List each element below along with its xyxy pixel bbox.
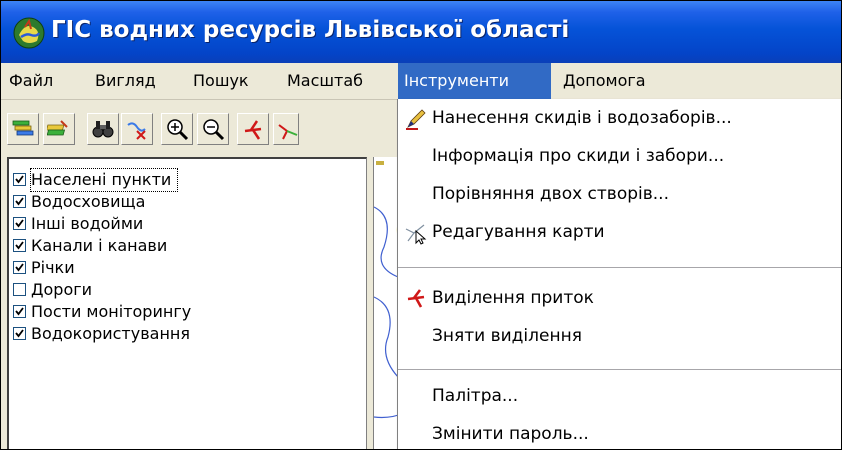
menu-item-label: Інформація про скиди і забори... <box>432 146 725 166</box>
layer-label: Інші водойми <box>31 214 144 233</box>
menu-item-add-discharges[interactable]: Нанесення скидів і водозаборів... <box>398 101 841 135</box>
menu-separator <box>398 369 841 370</box>
menu-item-label: Зняти виділення <box>432 326 582 346</box>
toolbar-button-search[interactable] <box>87 113 119 145</box>
layer-label: Водокористування <box>31 324 190 343</box>
menu-item-label: Палітра... <box>432 386 519 406</box>
menu-item-label: Нанесення скидів і водозаборів... <box>432 108 732 128</box>
checkbox-unchecked[interactable] <box>13 283 26 296</box>
tributary-select-icon <box>407 289 425 308</box>
checkbox-checked[interactable] <box>13 195 26 208</box>
menu-view[interactable]: Вигляд <box>89 63 162 99</box>
layer-label: Канали і канави <box>31 236 168 255</box>
layer-label: Річки <box>31 258 75 277</box>
pencil-icon <box>406 109 426 130</box>
clear-selection-icon <box>127 122 146 140</box>
toolbar-button-zoom-out[interactable] <box>197 113 229 145</box>
checkbox-checked[interactable] <box>13 261 26 274</box>
toolbar-button-zoom-in[interactable] <box>161 113 193 145</box>
menu-item-palette[interactable]: Палітра... <box>398 379 841 413</box>
tributary-tool-icon <box>278 124 298 140</box>
checkbox-checked[interactable] <box>13 217 26 230</box>
layers-icon <box>12 120 34 136</box>
layer-label: Пости моніторингу <box>31 302 192 321</box>
toolbar-button-layers[interactable] <box>7 113 39 145</box>
zoom-out-icon <box>203 119 225 141</box>
layers-panel: Населені пункти Водосховища Інші водойми… <box>7 157 367 449</box>
window-title: ГІС водних ресурсів Львівської області <box>51 17 570 43</box>
menu-bar: Файл Вигляд Пошук Масштаб Інструменти До… <box>1 63 841 100</box>
toolbar-button-tributary-tool[interactable] <box>273 113 299 145</box>
app-logo-icon <box>13 17 45 49</box>
binoculars-search-icon <box>92 121 114 138</box>
menu-item-label: Редагування карти <box>432 222 605 242</box>
menu-item-edit-map[interactable]: Редагування карти <box>398 215 841 249</box>
toolbar-button-clear[interactable] <box>121 113 153 145</box>
menu-item-compare-sites[interactable]: Порівняння двох створів... <box>398 177 841 211</box>
menu-search[interactable]: Пошук <box>187 63 255 99</box>
toolbar-button-select-tributary[interactable] <box>237 113 269 145</box>
menu-item-select-tributaries[interactable]: Виділення приток <box>398 281 841 315</box>
layer-label: Водосховища <box>31 192 146 211</box>
menu-item-label: Змінити пароль... <box>432 424 589 444</box>
app-window: ГІС водних ресурсів Львівської області Ф… <box>0 0 842 450</box>
menu-item-clear-selection[interactable]: Зняти виділення <box>398 319 841 353</box>
menu-help[interactable]: Допомога <box>557 63 652 99</box>
checkbox-checked[interactable] <box>13 239 26 252</box>
tools-dropdown-menu: Нанесення скидів і водозаборів... Інформ… <box>397 99 841 449</box>
toolbar-button-edit-layer[interactable] <box>43 113 75 145</box>
menu-item-change-password[interactable]: Змінити пароль... <box>398 417 841 449</box>
title-bar[interactable]: ГІС водних ресурсів Львівської області <box>1 1 841 63</box>
menu-tools[interactable]: Інструменти <box>398 63 551 99</box>
menu-item-discharge-info[interactable]: Інформація про скиди і забори... <box>398 139 841 173</box>
edit-layer-icon <box>47 120 68 136</box>
checkbox-checked[interactable] <box>13 327 26 340</box>
edit-map-cursor-icon <box>405 224 427 245</box>
zoom-in-icon <box>167 119 189 141</box>
select-tributary-icon <box>244 120 262 140</box>
checkbox-checked[interactable] <box>13 173 26 186</box>
menu-item-label: Виділення приток <box>432 288 594 308</box>
layer-label: Дороги <box>31 280 93 299</box>
menu-file[interactable]: Файл <box>3 63 59 99</box>
toolbar <box>1 105 401 153</box>
menu-scale[interactable]: Масштаб <box>281 63 369 99</box>
layer-label: Населені пункти <box>29 168 179 192</box>
checkbox-checked[interactable] <box>13 305 26 318</box>
menu-item-label: Порівняння двох створів... <box>432 184 669 204</box>
menu-separator <box>398 267 841 268</box>
